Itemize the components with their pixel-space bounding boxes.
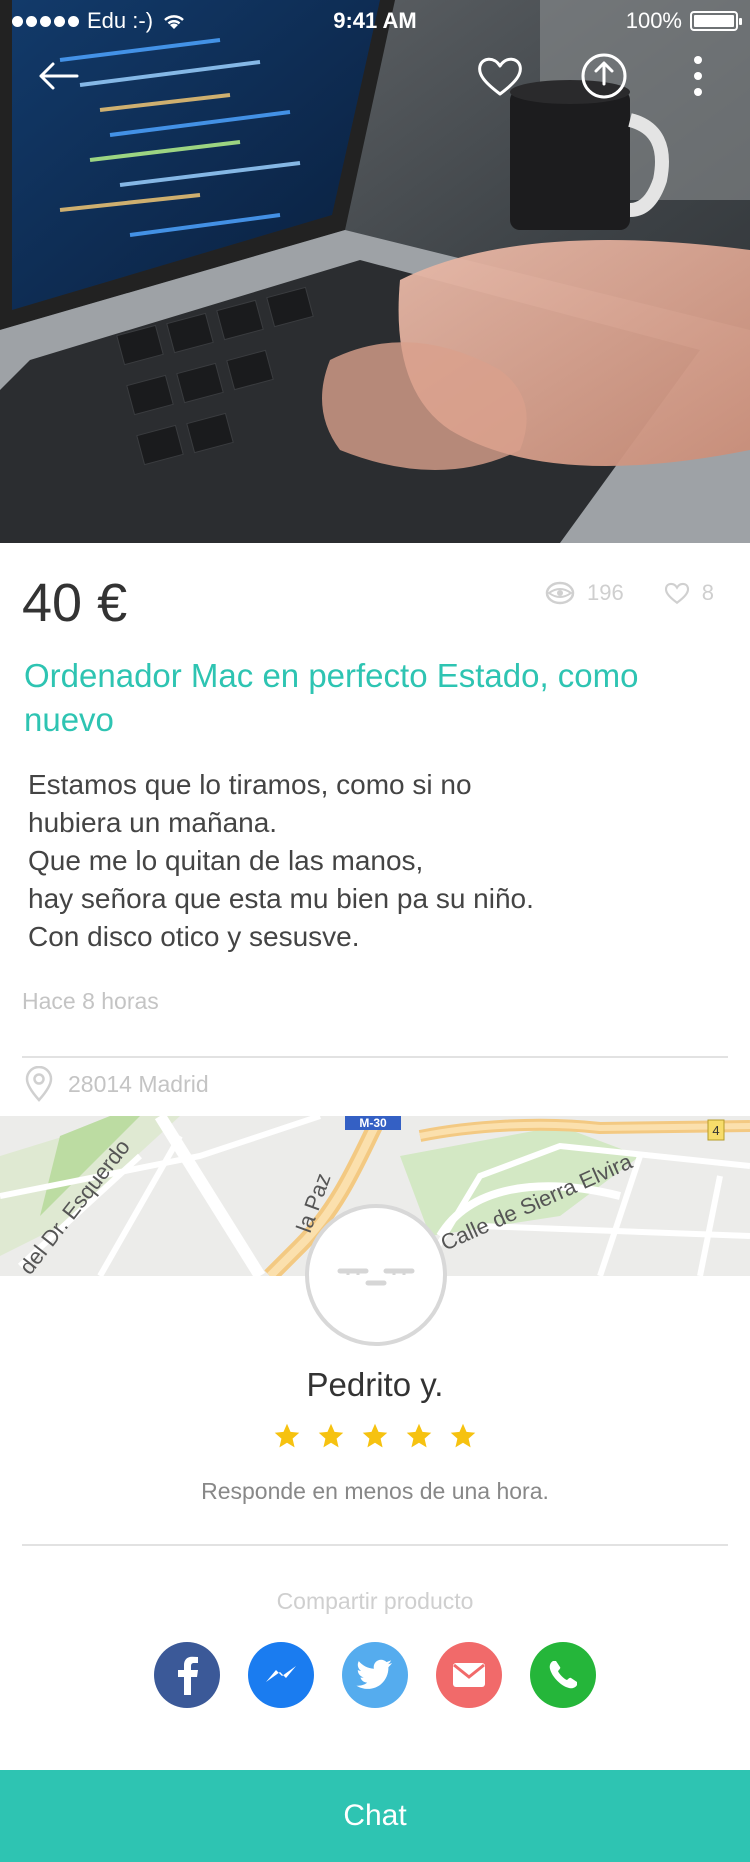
- description-line: hubiera un mañana.: [28, 807, 278, 838]
- seller-name[interactable]: Pedrito y.: [0, 1366, 750, 1404]
- location-row[interactable]: 28014 Madrid: [24, 1066, 209, 1102]
- facebook-icon: [178, 1656, 198, 1695]
- laptop-photo: [0, 0, 750, 543]
- map-label-m30: M-30: [359, 1116, 387, 1130]
- response-time: Responde en menos de una hora.: [201, 1478, 549, 1504]
- share-buttons: [0, 1642, 750, 1708]
- likes-stat: 8: [664, 580, 714, 606]
- heart-icon: [478, 57, 522, 96]
- location-text: 28014 Madrid: [68, 1070, 209, 1097]
- share-facebook-button[interactable]: [154, 1642, 220, 1708]
- description-line: Estamos que lo tiramos, como si no: [28, 769, 472, 800]
- star-icon: [406, 1423, 432, 1448]
- product-description: Estamos que lo tiramos, como si no hubie…: [28, 766, 728, 956]
- favorite-button[interactable]: [472, 48, 528, 104]
- battery-icon: [690, 11, 742, 31]
- mail-icon: [453, 1663, 485, 1687]
- share-twitter-button[interactable]: [342, 1642, 408, 1708]
- twitter-icon: [356, 1659, 392, 1689]
- status-bar: Edu :-) 9:41 AM 100%: [0, 0, 750, 40]
- description-line: Que me lo quitan de las manos,: [28, 845, 424, 876]
- share-label: Compartir producto: [276, 1588, 474, 1614]
- likes-count: 8: [701, 580, 714, 605]
- product-price: 40 €: [22, 573, 128, 633]
- share-button[interactable]: [576, 48, 632, 104]
- product-stats: 196 8: [545, 580, 714, 606]
- whatsapp-icon: [549, 1661, 577, 1689]
- share-email-button[interactable]: [436, 1642, 502, 1708]
- more-vertical-icon: [694, 56, 702, 96]
- divider: [22, 1544, 728, 1546]
- seller-avatar[interactable]: [305, 1204, 447, 1346]
- heart-outline-icon: [664, 582, 689, 605]
- battery-percent: 100%: [625, 8, 682, 33]
- share-messenger-button[interactable]: [248, 1642, 314, 1708]
- share-icon: [581, 53, 627, 99]
- back-arrow-icon: [39, 62, 79, 90]
- star-icon: [274, 1423, 300, 1448]
- product-image[interactable]: Edu :-) 9:41 AM 100%: [0, 0, 750, 543]
- seller-rating: [0, 1422, 750, 1450]
- location-pin-icon: [25, 1066, 53, 1102]
- star-icon: [318, 1423, 344, 1448]
- more-options-button[interactable]: [670, 48, 726, 104]
- description-line: hay señora que esta mu bien pa su niño.: [28, 883, 534, 914]
- product-title: Ordenador Mac en perfecto Estado, como n…: [24, 657, 639, 738]
- messenger-icon: [266, 1666, 296, 1682]
- eye-icon: [545, 581, 575, 605]
- chat-button[interactable]: Chat: [0, 1770, 750, 1862]
- posted-time: Hace 8 horas: [22, 988, 159, 1014]
- star-icon: [450, 1423, 476, 1448]
- map-label-4: 4: [712, 1123, 719, 1138]
- divider: [22, 1056, 728, 1058]
- star-icon: [362, 1423, 388, 1448]
- views-count: 196: [587, 580, 624, 605]
- views-stat: 196: [545, 580, 624, 606]
- back-button[interactable]: [30, 48, 86, 104]
- share-whatsapp-button[interactable]: [530, 1642, 596, 1708]
- description-line: Con disco otico y sesusve.: [28, 921, 360, 952]
- sleepy-face-icon: [337, 1268, 415, 1286]
